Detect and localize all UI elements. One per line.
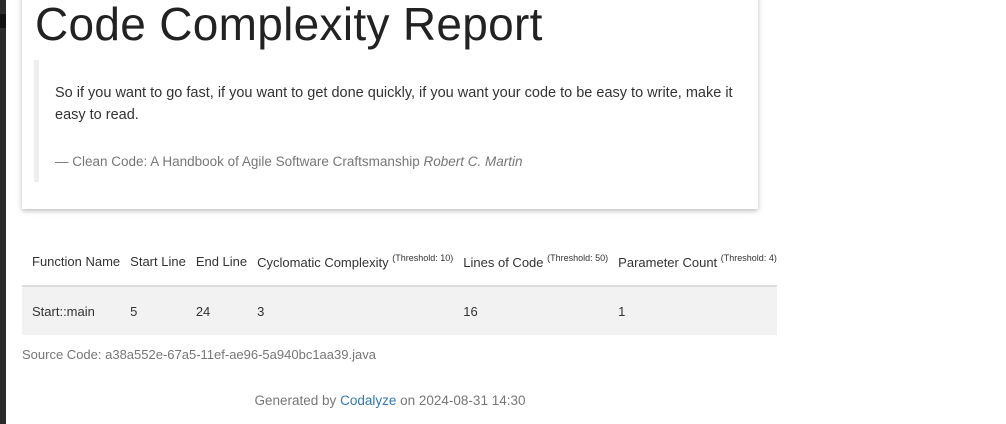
column-header-end-line: End Line [185,238,248,287]
column-header-cyclomatic-complexity: Cyclomatic Complexity (Threshold: 10) [247,238,454,287]
quote-text: So if you want to go fast, if you want t… [55,85,733,123]
threshold-note: (Threshold: 4) [720,253,777,263]
quote-author: Robert C. Martin [423,154,523,169]
column-label: Start Line [130,254,186,269]
report-header-card: Code Complexity Report So if you want to… [22,0,758,209]
codalyze-link[interactable]: Codalyze [340,393,396,408]
window-left-edge [0,0,6,424]
threshold-note: (Threshold: 50) [547,253,609,263]
column-label: Lines of Code [463,255,544,270]
table-header-row: Function Name Start Line End Line Cyclom… [22,238,777,287]
cell-start-line: 5 [120,286,186,335]
source-file-label: Source Code: a38a552e-67a5-11ef-ae96-5a9… [22,347,376,362]
footer-prefix: Generated by [254,393,337,408]
window-edge-marker [0,14,6,28]
column-header-parameter-count: Parameter Count (Threshold: 4) [608,238,777,287]
footer-timestamp: on 2024-08-31 14:30 [400,393,526,408]
quote-block: So if you want to go fast, if you want t… [34,60,734,182]
cell-function-name: Start::main [22,286,121,335]
column-label: Function Name [32,254,121,269]
column-label: Cyclomatic Complexity [257,255,389,270]
cell-cyclomatic-complexity: 3 [247,286,454,335]
cell-end-line: 24 [185,286,248,335]
column-header-function-name: Function Name [22,238,121,287]
cell-lines-of-code: 16 [453,286,609,335]
column-header-start-line: Start Line [120,238,186,287]
cell-parameter-count: 1 [608,286,777,335]
page-title: Code Complexity Report [35,0,543,50]
quote-source: — Clean Code: A Handbook of Agile Softwa… [55,154,420,169]
quote-citation: — Clean Code: A Handbook of Agile Softwa… [55,152,523,172]
column-header-lines-of-code: Lines of Code (Threshold: 50) [453,238,609,287]
column-label: End Line [195,254,248,269]
table-row: Start::main 5 24 3 16 1 [22,286,777,335]
column-label: Parameter Count [618,255,718,270]
footer: Generated by Codalyze on 2024-08-31 14:3… [22,392,758,410]
threshold-note: (Threshold: 10) [392,253,454,263]
complexity-table: Function Name Start Line End Line Cyclom… [22,238,777,335]
